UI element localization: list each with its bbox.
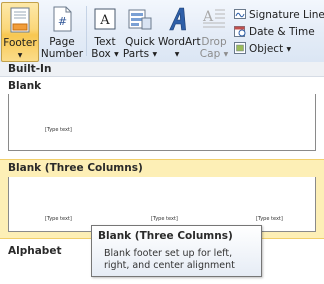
drop-cap-label-line1: Drop [201,36,227,48]
gallery-item-title: Blank [8,80,42,92]
gallery-section-header: Built-In [0,62,324,77]
placeholder-text-right: [Type text] [256,216,283,222]
chevron-down-icon: ▼ [223,51,229,58]
footer-icon [10,7,30,33]
signature-line-label: Signature Line [249,9,324,21]
signature-line-button[interactable]: Signature Line ▼ [234,7,324,24]
tooltip-title: Blank (Three Columns) [98,230,233,242]
object-icon [234,42,246,54]
quick-parts-label-line1: Quick [125,36,155,48]
quick-parts-label-line2: Parts [122,48,150,60]
text-box-icon: A [94,8,116,30]
footer-button[interactable]: Footer ▼ [1,2,39,62]
text-box-label-line1: Text [94,36,116,48]
text-box-button[interactable]: A Text Box ▼ [89,2,121,60]
placeholder-text-left: [Type text] [45,216,72,222]
insert-ribbon: Footer ▼ # PageNumber ▼ A TextBox ▼ Quick… [0,0,324,70]
placeholder-text: [Type text] [45,127,72,133]
text-box-label-line2: Box [91,48,111,60]
page-number-label-line1: Page [49,36,75,48]
chevron-down-icon: ▼ [286,46,292,53]
tooltip-body: Blank footer set up for left, right, and… [104,248,235,271]
svg-text:#: # [58,15,67,28]
wordart-icon [169,7,186,31]
wordart-button[interactable]: WordArt ▼ [158,2,201,60]
ribbon-separator [86,6,87,56]
page-number-button[interactable]: # PageNumber ▼ [40,2,84,70]
gallery-item-title: Blank (Three Columns) [8,162,143,174]
object-label: Object [249,43,284,55]
quick-parts-button[interactable]: Quick Parts ▼ [122,2,158,60]
page-number-label-line2: Number [40,48,84,60]
footer-preview-thumbnail: [Type text] [8,94,316,151]
quick-parts-icon [128,9,152,30]
gallery-item-blank[interactable]: Blank [Type text] [0,78,324,158]
footer-preview-thumbnail: [Type text] [Type text] [Type text] [8,177,316,232]
svg-text:A: A [99,13,110,28]
date-time-button[interactable]: Date & Time [234,24,322,41]
footer-label: Footer [3,37,37,49]
page-number-icon: # [53,6,72,32]
wordart-label: WordArt [158,36,201,48]
chevron-down-icon: ▼ [174,51,180,58]
drop-cap-button[interactable]: A Drop Cap ▼ [198,2,230,60]
chevron-down-icon: ▼ [17,52,23,59]
chevron-down-icon: ▼ [152,51,158,58]
drop-cap-label-line2: Cap [199,48,221,60]
signature-line-icon [234,9,246,19]
gallery-item-title: Alphabet [8,245,62,257]
placeholder-text-center: [Type text] [151,216,178,222]
drop-cap-icon: A [202,9,225,28]
calendar-clock-icon [234,26,246,37]
tooltip: Blank (Three Columns) Blank footer set u… [91,225,262,277]
date-time-label: Date & Time [249,26,315,38]
object-button[interactable]: Object ▼ [234,41,322,58]
chevron-down-icon: ▼ [114,51,119,58]
